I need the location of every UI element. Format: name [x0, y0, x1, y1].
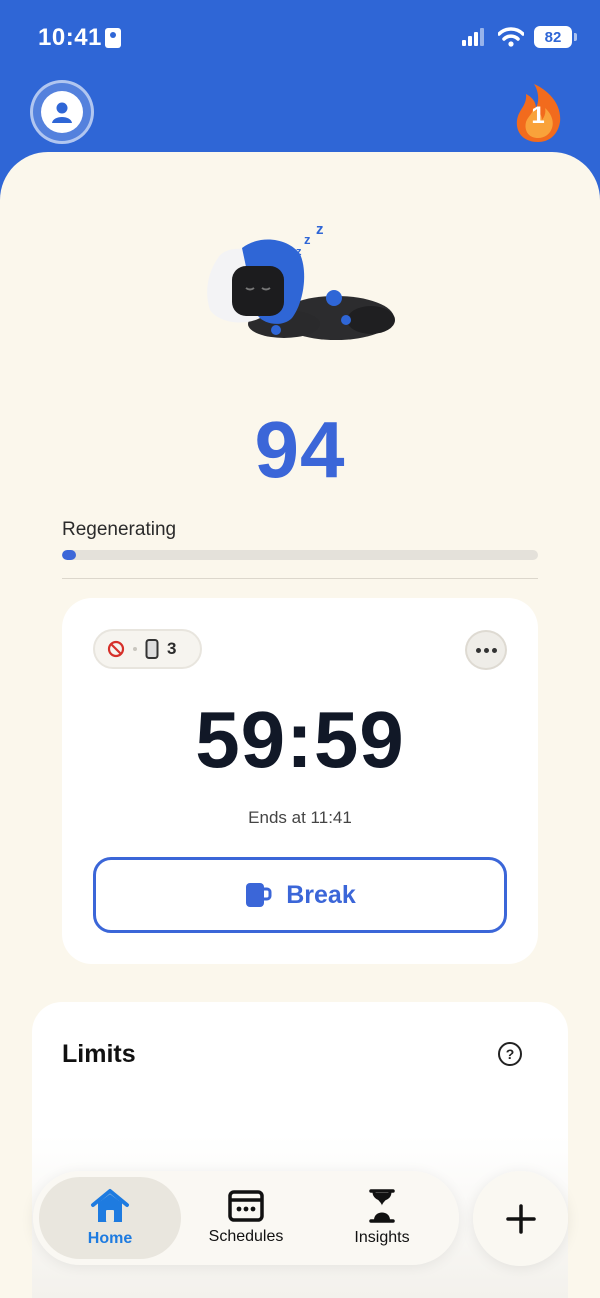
streak-count: 1 — [531, 102, 545, 129]
coffee-cup-icon — [246, 883, 272, 907]
chip-separator — [133, 647, 137, 651]
plus-icon — [505, 1203, 536, 1234]
regen-progress-bar — [62, 550, 538, 560]
status-bar: 10:41 82 — [0, 0, 600, 76]
focus-score: 94 — [254, 405, 346, 494]
tab-label: Schedules — [208, 1228, 284, 1245]
hourglass-icon — [369, 1189, 395, 1223]
session-card: 3 59:59 Ends at 11:41 Break — [62, 598, 538, 964]
tab-label: Insights — [354, 1229, 410, 1246]
block-icon — [107, 640, 125, 658]
status-indicators: 82 — [462, 26, 577, 48]
state-label: Regenerating — [62, 519, 177, 540]
dot — [483, 647, 489, 653]
phone-icon — [145, 639, 159, 659]
limits-title: Limits — [62, 1040, 136, 1068]
add-button[interactable] — [473, 1171, 568, 1266]
session-timer: 59:59 — [195, 695, 405, 784]
session-end-time: Ends at 11:41 — [248, 808, 352, 827]
status-time: 10:41 — [38, 24, 102, 51]
calendar-icon — [228, 1190, 264, 1222]
streak-badge[interactable]: 1 — [508, 82, 568, 144]
battery-indicator: 82 — [534, 26, 577, 48]
divider — [62, 578, 538, 579]
break-label: Break — [286, 880, 356, 909]
blocked-apps-chip[interactable]: 3 — [93, 629, 202, 669]
house-icon — [91, 1189, 129, 1222]
help-icon[interactable]: ? — [498, 1042, 522, 1066]
profile-button[interactable] — [30, 80, 94, 144]
break-button[interactable]: Break — [93, 857, 507, 933]
svg-text:z: z — [316, 221, 324, 238]
svg-text:z: z — [304, 232, 311, 247]
tab-insights[interactable]: Insights — [311, 1177, 453, 1259]
cellular-signal-icon — [462, 28, 484, 46]
person-icon — [41, 91, 83, 133]
regen-progress-fill — [62, 550, 77, 560]
blocked-count: 3 — [167, 639, 177, 658]
sleeping-mascot-illustration: z z z — [207, 221, 395, 340]
more-options-button[interactable] — [465, 630, 507, 670]
dot — [491, 647, 497, 653]
tab-label: Home — [87, 1230, 133, 1247]
contact-card-icon — [105, 28, 121, 48]
tab-schedules[interactable]: Schedules — [175, 1177, 317, 1259]
tab-home[interactable]: Home — [39, 1177, 181, 1259]
dot — [475, 647, 481, 653]
wifi-icon — [498, 27, 524, 47]
bottom-tab-bar: Home Schedules Insights — [33, 1171, 459, 1265]
